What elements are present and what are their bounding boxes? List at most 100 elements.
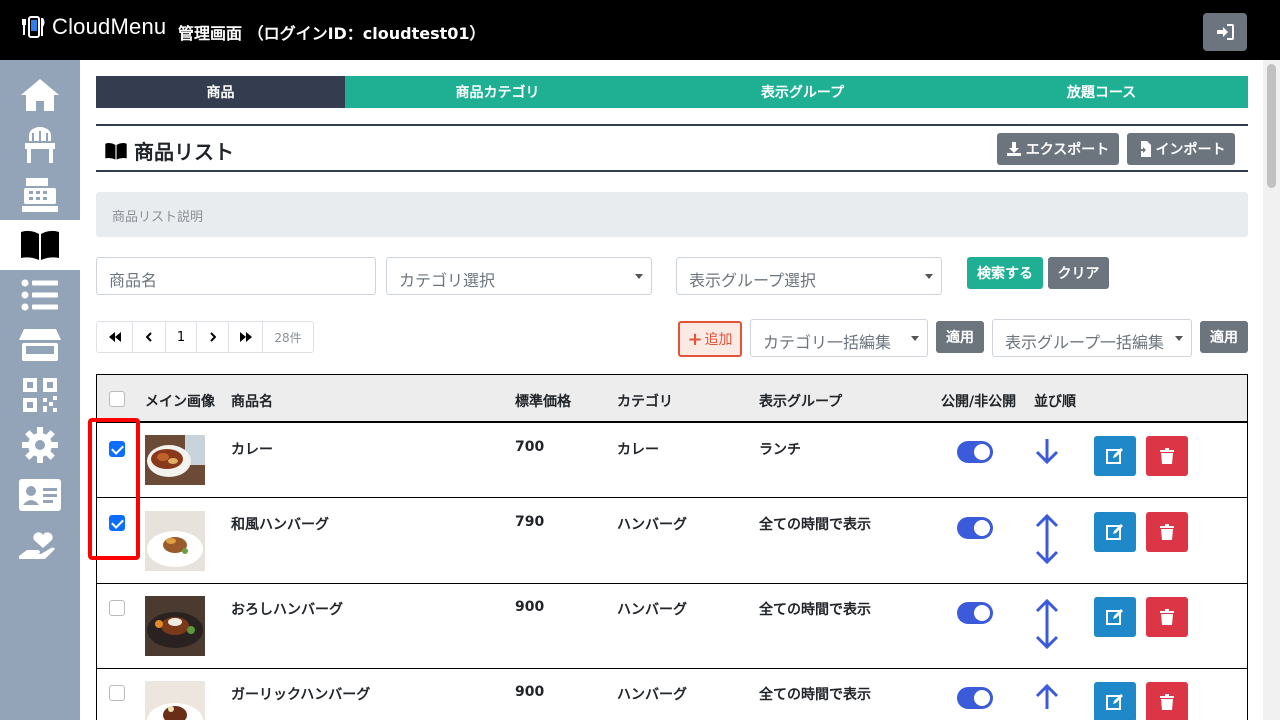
- product-group: 全ての時間で表示: [759, 517, 871, 533]
- move-down-button[interactable]: [1034, 537, 1060, 569]
- book-open-icon: [21, 230, 59, 260]
- brand-name: CloudMenu: [52, 14, 167, 39]
- fork-knife-phone-icon: [22, 16, 45, 38]
- tab-all-you-can-courses[interactable]: 放題コース: [955, 76, 1248, 108]
- next-page-button[interactable]: [197, 322, 229, 352]
- sidebar-item-settings[interactable]: [0, 420, 80, 470]
- product-group: ランチ: [759, 442, 801, 458]
- tab-products[interactable]: 商品: [96, 76, 345, 108]
- sidebar-item-list[interactable]: [0, 270, 80, 320]
- logout-icon: [1217, 24, 1234, 40]
- public-toggle[interactable]: [957, 441, 993, 463]
- page-scrollbar[interactable]: [1263, 60, 1280, 720]
- product-name: カレー: [231, 442, 273, 458]
- table-row: ガーリックハンバーグ 900 ハンバーグ 全ての時間で表示: [97, 669, 1247, 720]
- product-image-curry[interactable]: [145, 435, 205, 495]
- delete-button[interactable]: [1146, 597, 1188, 637]
- sidebar-item-home[interactable]: [0, 70, 80, 120]
- select-all-checkbox[interactable]: [109, 391, 125, 407]
- trash-icon: [1160, 448, 1174, 464]
- delete-button[interactable]: [1146, 512, 1188, 552]
- current-page[interactable]: 1: [166, 322, 197, 352]
- brand-logo[interactable]: CloudMenu: [22, 14, 166, 40]
- delete-button[interactable]: [1146, 436, 1188, 476]
- edit-button[interactable]: [1094, 512, 1136, 552]
- display-group-select[interactable]: 表示グループ選択: [676, 257, 942, 295]
- tab-product-categories[interactable]: 商品カテゴリ: [345, 76, 650, 108]
- chevron-right-icon: [209, 332, 216, 342]
- product-category: カレー: [617, 442, 659, 458]
- table-header: メイン画像 商品名 標準価格 カテゴリ 表示グループ 公開/非公開 並び順: [97, 375, 1247, 423]
- id-card-icon: [19, 479, 61, 511]
- arrow-down-icon: [1035, 624, 1059, 650]
- column-header-order: 並び順: [1034, 394, 1076, 410]
- add-product-button[interactable]: + 追加: [678, 321, 742, 357]
- cash-register-icon: [22, 178, 58, 212]
- prev-page-button[interactable]: [133, 322, 166, 352]
- last-page-button[interactable]: [229, 322, 263, 352]
- search-button[interactable]: 検索する: [967, 257, 1043, 289]
- product-name-search-input[interactable]: 商品名: [96, 257, 376, 295]
- public-toggle[interactable]: [957, 687, 993, 709]
- row-checkbox[interactable]: [109, 600, 125, 616]
- product-category: ハンバーグ: [617, 517, 687, 533]
- category-select[interactable]: カテゴリ選択: [386, 257, 652, 295]
- sidebar-item-seats[interactable]: [0, 120, 80, 170]
- public-toggle[interactable]: [957, 602, 993, 624]
- clear-button[interactable]: クリア: [1048, 257, 1109, 289]
- move-down-button[interactable]: [1034, 622, 1060, 654]
- product-name: ガーリックハンバーグ: [231, 687, 371, 703]
- book-open-icon: [105, 142, 127, 159]
- row-checkbox[interactable]: [109, 685, 125, 701]
- apply-category-button[interactable]: 適用: [936, 321, 984, 353]
- top-header: CloudMenu 管理画面 （ログインID：cloudtest01）: [0, 0, 1280, 60]
- logout-button[interactable]: [1203, 13, 1247, 51]
- table-row: カレー 700 カレー ランチ: [97, 423, 1247, 498]
- pagination: 1 28件: [96, 321, 314, 353]
- sidebar-item-register[interactable]: [0, 170, 80, 220]
- apply-group-button[interactable]: 適用: [1200, 321, 1248, 353]
- first-page-button[interactable]: [97, 322, 133, 352]
- edit-button[interactable]: [1094, 436, 1136, 476]
- product-image-wafu-hamburg[interactable]: [145, 511, 205, 571]
- export-button[interactable]: エクスポート: [997, 133, 1119, 165]
- tab-display-groups[interactable]: 表示グループ: [650, 76, 955, 108]
- sidebar-item-favorites[interactable]: [0, 520, 80, 570]
- product-price: 790: [515, 514, 545, 530]
- edit-icon: [1106, 448, 1123, 464]
- column-header-image: メイン画像: [145, 394, 215, 410]
- delete-button[interactable]: [1146, 682, 1188, 720]
- move-up-button[interactable]: [1034, 683, 1060, 715]
- page-title: 商品リスト: [104, 136, 234, 165]
- description-box: 商品リスト説明: [96, 192, 1248, 237]
- public-toggle[interactable]: [957, 517, 993, 539]
- trash-icon: [1160, 609, 1174, 625]
- product-image-oroshi-hamburg[interactable]: [145, 596, 205, 656]
- section-top-divider: [96, 124, 1248, 126]
- sidebar-item-qrcode[interactable]: [0, 370, 80, 420]
- caret-down-icon: [911, 336, 919, 341]
- product-name: おろしハンバーグ: [231, 602, 343, 618]
- table-row: おろしハンバーグ 900 ハンバーグ 全ての時間で表示: [97, 584, 1247, 669]
- hand-heart-icon: [19, 532, 55, 559]
- arrow-up-icon: [1035, 683, 1059, 709]
- sidebar-item-products[interactable]: [0, 220, 80, 270]
- home-icon: [21, 79, 59, 111]
- table-row: 和風ハンバーグ 790 ハンバーグ 全ての時間で表示: [97, 499, 1247, 584]
- page-title-text: 商品リスト: [134, 140, 234, 164]
- edit-icon: [1106, 609, 1123, 625]
- group-bulk-edit-select[interactable]: 表示グループ一括編集: [992, 319, 1192, 357]
- category-bulk-edit-value: カテゴリ一括編集: [763, 333, 892, 352]
- sidebar-item-members[interactable]: [0, 470, 80, 520]
- scrollbar-thumb[interactable]: [1267, 64, 1276, 188]
- move-down-button[interactable]: [1034, 437, 1060, 469]
- edit-button[interactable]: [1094, 682, 1136, 720]
- import-label: インポート: [1155, 142, 1226, 158]
- edit-icon: [1106, 524, 1123, 540]
- import-button[interactable]: インポート: [1127, 133, 1235, 165]
- product-image-garlic-hamburg[interactable]: [145, 681, 205, 720]
- trash-icon: [1160, 694, 1174, 710]
- sidebar-item-store[interactable]: [0, 320, 80, 370]
- edit-button[interactable]: [1094, 597, 1136, 637]
- category-bulk-edit-select[interactable]: カテゴリ一括編集: [750, 319, 928, 357]
